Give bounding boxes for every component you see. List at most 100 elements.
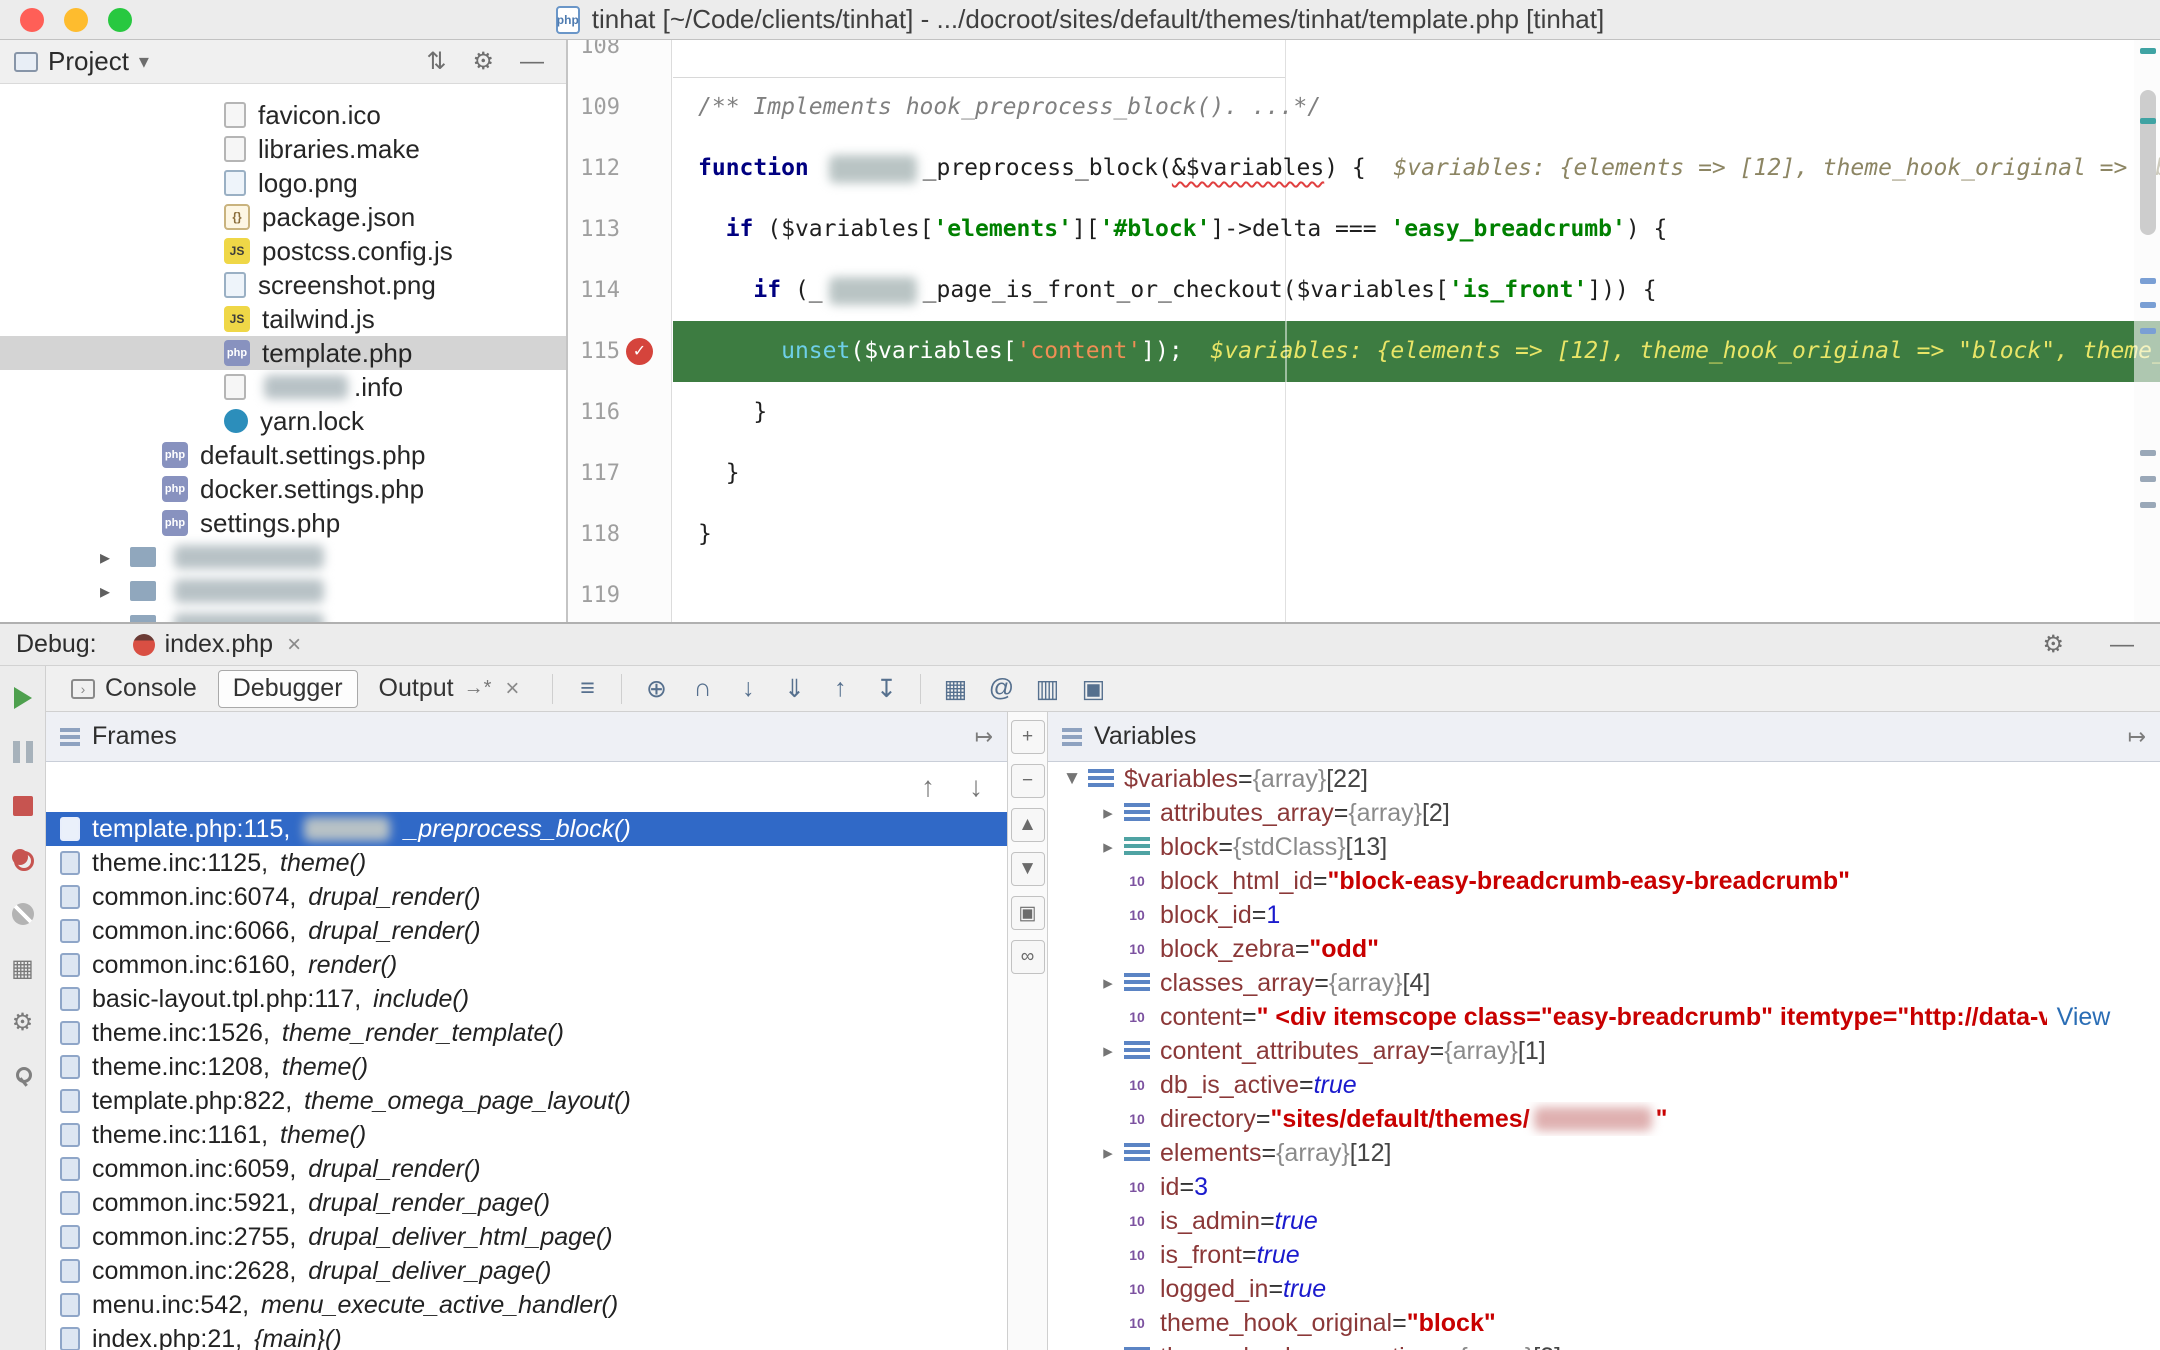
- frame-row[interactable]: menu.inc:542, menu_execute_active_handle…: [46, 1288, 1007, 1322]
- show-watches-button[interactable]: ∞: [1011, 940, 1045, 974]
- project-settings-button[interactable]: ⚙: [464, 47, 502, 76]
- pin-tab-icon[interactable]: →*: [464, 677, 492, 700]
- tree-item-libraries-make[interactable]: libraries.make: [0, 132, 566, 166]
- expand-icon[interactable]: ▸: [1092, 836, 1124, 859]
- hide-debug-button[interactable]: —: [2100, 631, 2144, 659]
- tree-item-template-php[interactable]: phptemplate.php: [0, 336, 566, 370]
- evaluate-at-button[interactable]: @: [981, 671, 1021, 707]
- tree-item-folder[interactable]: ▸: [0, 608, 566, 622]
- expand-icon[interactable]: ▸: [1092, 1346, 1124, 1350]
- expand-icon[interactable]: ▸: [1092, 972, 1124, 995]
- tree-item-logo-png[interactable]: logo.png: [0, 166, 566, 200]
- tree-item-default-settings-php[interactable]: phpdefault.settings.php: [0, 438, 566, 472]
- frame-row[interactable]: index.php:21, {main}(): [46, 1322, 1007, 1350]
- view-as-table-button[interactable]: ▦: [935, 671, 975, 707]
- run-to-cursor-button[interactable]: ↧: [866, 671, 906, 707]
- add-watch-button[interactable]: +: [1011, 720, 1045, 754]
- expand-icon[interactable]: ▸: [1092, 802, 1124, 825]
- variable-row[interactable]: 10block_zebra = "odd": [1048, 932, 2160, 966]
- minimize-button[interactable]: [64, 8, 88, 32]
- editor-scrollbar[interactable]: [2134, 40, 2160, 622]
- editor-line-108[interactable]: 108: [568, 40, 2160, 77]
- hide-variables-icon[interactable]: ↦: [2128, 724, 2146, 750]
- variable-row[interactable]: ▸theme_hook_suggestions = {array} [2]: [1048, 1340, 2160, 1350]
- variable-row[interactable]: ▸elements = {array} [12]: [1048, 1136, 2160, 1170]
- close-session-icon[interactable]: ×: [283, 631, 305, 659]
- layout-button[interactable]: ▦: [7, 952, 39, 984]
- folder-expander-icon[interactable]: ▸: [100, 579, 130, 604]
- variable-row[interactable]: 10theme_hook_original = "block": [1048, 1306, 2160, 1340]
- tree-item-package-json[interactable]: {}package.json: [0, 200, 566, 234]
- tree-item-settings-php[interactable]: phpsettings.php: [0, 506, 566, 540]
- variable-row[interactable]: 10block_id = 1: [1048, 898, 2160, 932]
- expand-icon[interactable]: ▸: [1092, 1142, 1124, 1165]
- variable-row[interactable]: 10id = 3: [1048, 1170, 2160, 1204]
- folder-expander-icon[interactable]: ▸: [100, 545, 130, 570]
- frame-row[interactable]: common.inc:2628, drupal_deliver_page(): [46, 1254, 1007, 1288]
- chevron-down-icon[interactable]: ▾: [139, 49, 149, 74]
- close-tab-button[interactable]: ×: [501, 675, 523, 703]
- zoom-button[interactable]: [108, 8, 132, 32]
- frame-row[interactable]: theme.inc:1526, theme_render_template(): [46, 1016, 1007, 1050]
- tree-item-folder[interactable]: ▸: [0, 574, 566, 608]
- tree-item-favicon-ico[interactable]: favicon.ico: [0, 98, 566, 132]
- stop-button[interactable]: [7, 790, 39, 822]
- variable-row[interactable]: 10db_is_active = true: [1048, 1068, 2160, 1102]
- frame-row[interactable]: common.inc:5921, drupal_render_page(): [46, 1186, 1007, 1220]
- close-button[interactable]: [20, 8, 44, 32]
- editor-line-115[interactable]: 115✓ unset($variables['content']); $vari…: [568, 321, 2160, 382]
- mute-breakpoints-button[interactable]: [7, 898, 39, 930]
- view-link[interactable]: View: [2057, 1003, 2111, 1032]
- variable-row[interactable]: ▼$variables = {array} [22]: [1048, 762, 2160, 796]
- expand-icon[interactable]: ▸: [1092, 1040, 1124, 1063]
- force-step-into-button[interactable]: ⇓: [774, 671, 814, 707]
- show-execution-point-button[interactable]: ⊕: [636, 671, 676, 707]
- frame-row[interactable]: template.php:115, _preprocess_block(): [46, 812, 1007, 846]
- breakpoint-icon[interactable]: ✓: [626, 338, 653, 365]
- editor-line-117[interactable]: 117 }: [568, 443, 2160, 504]
- down-button[interactable]: ▼: [1011, 852, 1045, 886]
- frame-row[interactable]: common.inc:6066, drupal_render(): [46, 914, 1007, 948]
- step-into-button[interactable]: ↓: [728, 671, 768, 707]
- frame-row[interactable]: common.inc:6074, drupal_render(): [46, 880, 1007, 914]
- frame-row[interactable]: theme.inc:1125, theme(): [46, 846, 1007, 880]
- editor-line-113[interactable]: 113 if ($variables['elements']['#block']…: [568, 199, 2160, 260]
- resume-button[interactable]: [7, 682, 39, 714]
- variable-row[interactable]: 10content = " <div itemscope class="easy…: [1048, 1000, 2160, 1034]
- up-button[interactable]: ▲: [1011, 808, 1045, 842]
- scrollbar-thumb[interactable]: [2140, 90, 2156, 235]
- variable-row[interactable]: ▸attributes_array = {array} [2]: [1048, 796, 2160, 830]
- remove-watch-button[interactable]: −: [1011, 764, 1045, 798]
- folder-expander-icon[interactable]: ▸: [100, 613, 130, 623]
- restore-layout-button[interactable]: ▣: [1073, 671, 1113, 707]
- editor-line-116[interactable]: 116 }: [568, 382, 2160, 443]
- step-out-button[interactable]: ↑: [820, 671, 860, 707]
- tree-item-folder[interactable]: ▸: [0, 540, 566, 574]
- collapse-icon[interactable]: ▼: [1056, 768, 1088, 790]
- frame-row[interactable]: common.inc:6059, drupal_render(): [46, 1152, 1007, 1186]
- pause-button[interactable]: [7, 736, 39, 768]
- tree-item-yarn-lock[interactable]: yarn.lock: [0, 404, 566, 438]
- view-breakpoints-button[interactable]: [7, 844, 39, 876]
- editor-line-112[interactable]: 112function _preprocess_block(&$variable…: [568, 138, 2160, 199]
- previous-frame-button[interactable]: ↑: [921, 771, 935, 803]
- debug-settings-button[interactable]: ⚙: [2032, 630, 2074, 659]
- variable-row[interactable]: 10is_front = true: [1048, 1238, 2160, 1272]
- variable-row[interactable]: 10directory = "sites/default/themes/": [1048, 1102, 2160, 1136]
- variable-row[interactable]: 10is_admin = true: [1048, 1204, 2160, 1238]
- tree-item-tailwind-js[interactable]: JStailwind.js: [0, 302, 566, 336]
- settings-button[interactable]: ⚙: [7, 1006, 39, 1038]
- tree-item-screenshot-png[interactable]: screenshot.png: [0, 268, 566, 302]
- tree-item-postcss-config-js[interactable]: JSpostcss.config.js: [0, 234, 566, 268]
- tab-debugger[interactable]: Debugger: [218, 670, 358, 708]
- tree-item-info[interactable]: .info: [0, 370, 566, 404]
- editor[interactable]: 108109/** Implements hook_preprocess_blo…: [568, 40, 2160, 622]
- pin-button[interactable]: [7, 1060, 39, 1092]
- variable-row[interactable]: ▸content_attributes_array = {array} [1]: [1048, 1034, 2160, 1068]
- frame-row[interactable]: template.php:822, theme_omega_page_layou…: [46, 1084, 1007, 1118]
- next-frame-button[interactable]: ↓: [969, 771, 983, 803]
- debug-session-tab[interactable]: index.php ×: [123, 625, 315, 665]
- hide-frames-icon[interactable]: ↦: [975, 724, 993, 750]
- frame-row[interactable]: basic-layout.tpl.php:117, include(): [46, 982, 1007, 1016]
- frame-row[interactable]: theme.inc:1161, theme(): [46, 1118, 1007, 1152]
